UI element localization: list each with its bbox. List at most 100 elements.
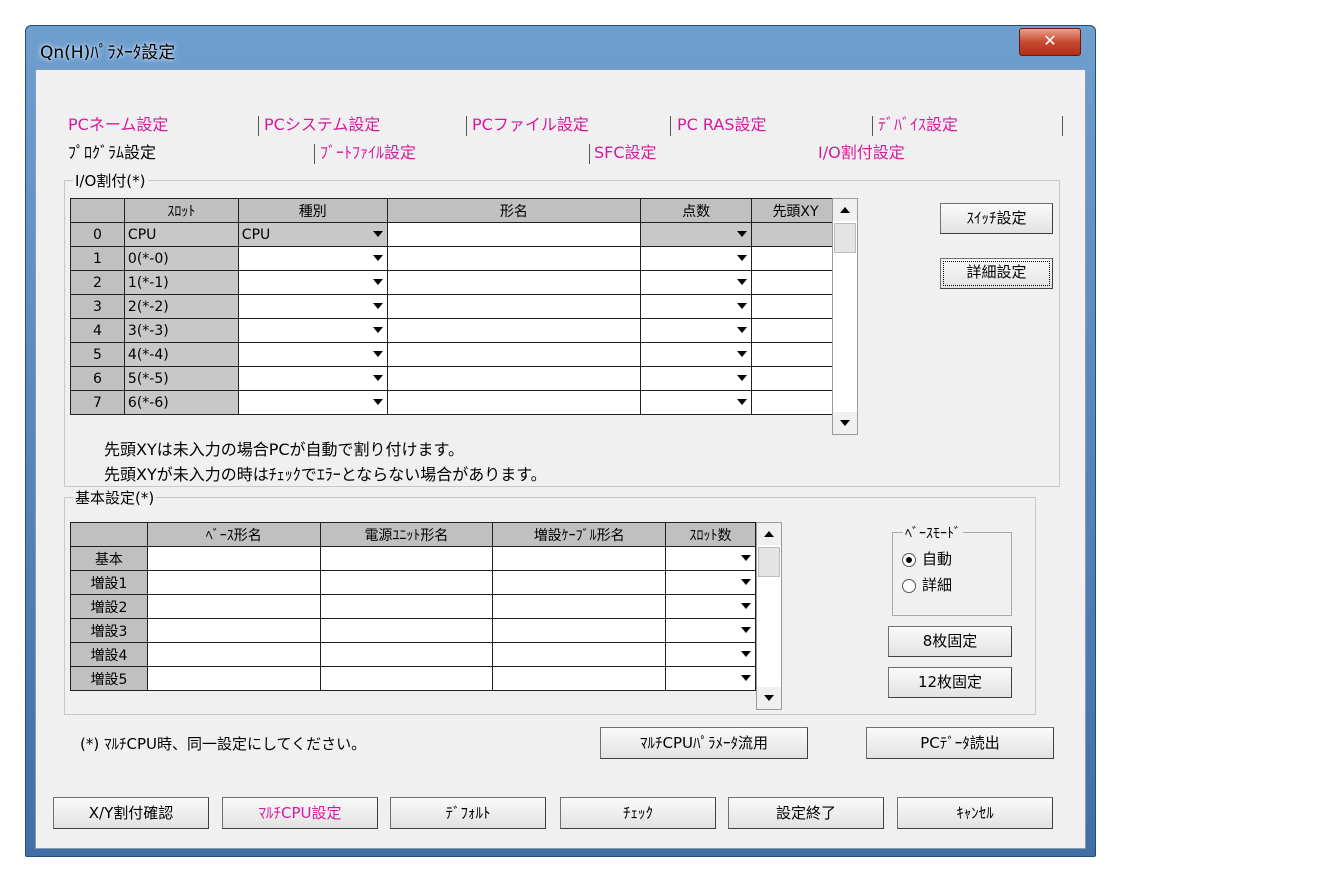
type-select[interactable] [237,270,388,295]
points-select[interactable] [640,342,753,367]
base-model-input[interactable] [146,642,321,667]
dropdown-arrow-icon[interactable] [372,351,383,357]
points-select[interactable] [640,366,753,391]
tab-io-assignment[interactable]: I/O割付設定 [818,142,905,164]
slot-count-select[interactable] [665,642,756,667]
points-select[interactable] [640,270,753,295]
type-select[interactable] [237,390,388,415]
dropdown-arrow-icon[interactable] [737,399,748,405]
points-select[interactable] [640,294,753,319]
cable-model-input[interactable] [492,546,667,571]
tab-device[interactable]: ﾃﾞﾊﾞｲｽ設定 [878,114,958,136]
slot-count-select[interactable] [665,666,756,691]
base-model-input[interactable] [146,570,321,595]
finish-settings-button[interactable]: 設定終了 [728,797,884,829]
dropdown-arrow-icon[interactable] [741,579,751,585]
cancel-button[interactable]: ｷｬﾝｾﾙ [897,797,1053,829]
base-model-input[interactable] [146,618,321,643]
dropdown-arrow-icon[interactable] [372,375,383,381]
start-xy-input[interactable] [751,342,840,367]
radio-auto[interactable]: 自動 [902,548,952,569]
power-unit-input[interactable] [319,546,494,571]
base-model-input[interactable] [146,546,321,571]
tab-boot-file[interactable]: ﾌﾞｰﾄﾌｧｲﾙ設定 [320,142,416,164]
tab-pc-system[interactable]: PCシステム設定 [264,114,380,136]
title-bar[interactable]: Qn(H)ﾊﾟﾗﾒｰﾀ設定 ✕ [26,26,1095,72]
cable-model-input[interactable] [492,570,667,595]
multi-cpu-param-button[interactable]: ﾏﾙﾁCPUﾊﾟﾗﾒｰﾀ流用 [600,727,808,759]
dropdown-arrow-icon[interactable] [372,327,383,333]
base-model-input[interactable] [146,666,321,691]
scroll-down-icon[interactable] [833,412,857,434]
scroll-down-icon[interactable] [757,687,781,709]
dropdown-arrow-icon[interactable] [741,603,751,609]
slot-count-select[interactable] [665,594,756,619]
dropdown-arrow-icon[interactable] [741,651,751,657]
xy-assign-confirm-button[interactable]: X/Y割付確認 [53,797,209,829]
tab-sfc[interactable]: SFC設定 [594,142,657,164]
tab-pc-file[interactable]: PCファイル設定 [472,114,589,136]
cable-model-input[interactable] [492,618,667,643]
slot-count-select[interactable] [665,570,756,595]
points-select[interactable] [640,318,753,343]
radio-detail[interactable]: 詳細 [902,574,952,595]
type-select[interactable] [237,318,388,343]
dropdown-arrow-icon[interactable] [741,675,751,681]
model-input[interactable] [386,270,642,295]
start-xy-input[interactable] [751,390,840,415]
tab-pc-ras[interactable]: PC RAS設定 [677,114,766,136]
scroll-thumb[interactable] [834,223,856,253]
model-input[interactable] [386,390,642,415]
close-button[interactable]: ✕ [1019,28,1081,56]
cable-model-input[interactable] [492,642,667,667]
power-unit-input[interactable] [319,594,494,619]
points-select[interactable] [640,222,753,247]
tab-pc-name[interactable]: PCネーム設定 [68,114,168,136]
power-unit-input[interactable] [319,570,494,595]
power-unit-input[interactable] [319,666,494,691]
points-select[interactable] [640,246,753,271]
scroll-thumb[interactable] [758,547,780,577]
dropdown-arrow-icon[interactable] [372,231,383,237]
detail-settings-button[interactable]: 詳細設定 [940,258,1053,289]
slot-count-select[interactable] [665,618,756,643]
tab-program[interactable]: ﾌﾟﾛｸﾞﾗﾑ設定 [68,142,156,164]
dropdown-arrow-icon[interactable] [372,399,383,405]
radio-selected-icon[interactable] [902,552,916,567]
fix-8-button[interactable]: 8枚固定 [888,626,1012,657]
dropdown-arrow-icon[interactable] [737,279,748,285]
dropdown-arrow-icon[interactable] [737,303,748,309]
dropdown-arrow-icon[interactable] [372,303,383,309]
scroll-up-icon[interactable] [757,523,781,545]
start-xy-input[interactable] [751,318,840,343]
type-select[interactable] [237,246,388,271]
points-select[interactable] [640,390,753,415]
base-table-scrollbar[interactable] [756,522,782,710]
pc-data-read-button[interactable]: PCﾃﾞｰﾀ読出 [866,727,1054,759]
start-xy-input[interactable] [751,366,840,391]
start-xy-input[interactable] [751,222,840,247]
dropdown-arrow-icon[interactable] [737,375,748,381]
type-select[interactable] [237,366,388,391]
start-xy-input[interactable] [751,270,840,295]
dropdown-arrow-icon[interactable] [737,351,748,357]
dropdown-arrow-icon[interactable] [737,255,748,261]
dropdown-arrow-icon[interactable] [741,627,751,633]
radio-unselected-icon[interactable] [902,578,916,593]
dropdown-arrow-icon[interactable] [737,327,748,333]
power-unit-input[interactable] [319,642,494,667]
model-input[interactable] [386,294,642,319]
dropdown-arrow-icon[interactable] [741,555,751,561]
model-input[interactable] [386,246,642,271]
fix-12-button[interactable]: 12枚固定 [888,667,1012,698]
base-model-input[interactable] [146,594,321,619]
type-select[interactable] [237,342,388,367]
switch-settings-button[interactable]: ｽｲｯﾁ設定 [940,203,1053,234]
model-input[interactable] [386,318,642,343]
dropdown-arrow-icon[interactable] [372,255,383,261]
model-input[interactable] [386,342,642,367]
power-unit-input[interactable] [319,618,494,643]
dropdown-arrow-icon[interactable] [372,279,383,285]
start-xy-input[interactable] [751,294,840,319]
io-table-scrollbar[interactable] [832,198,858,435]
